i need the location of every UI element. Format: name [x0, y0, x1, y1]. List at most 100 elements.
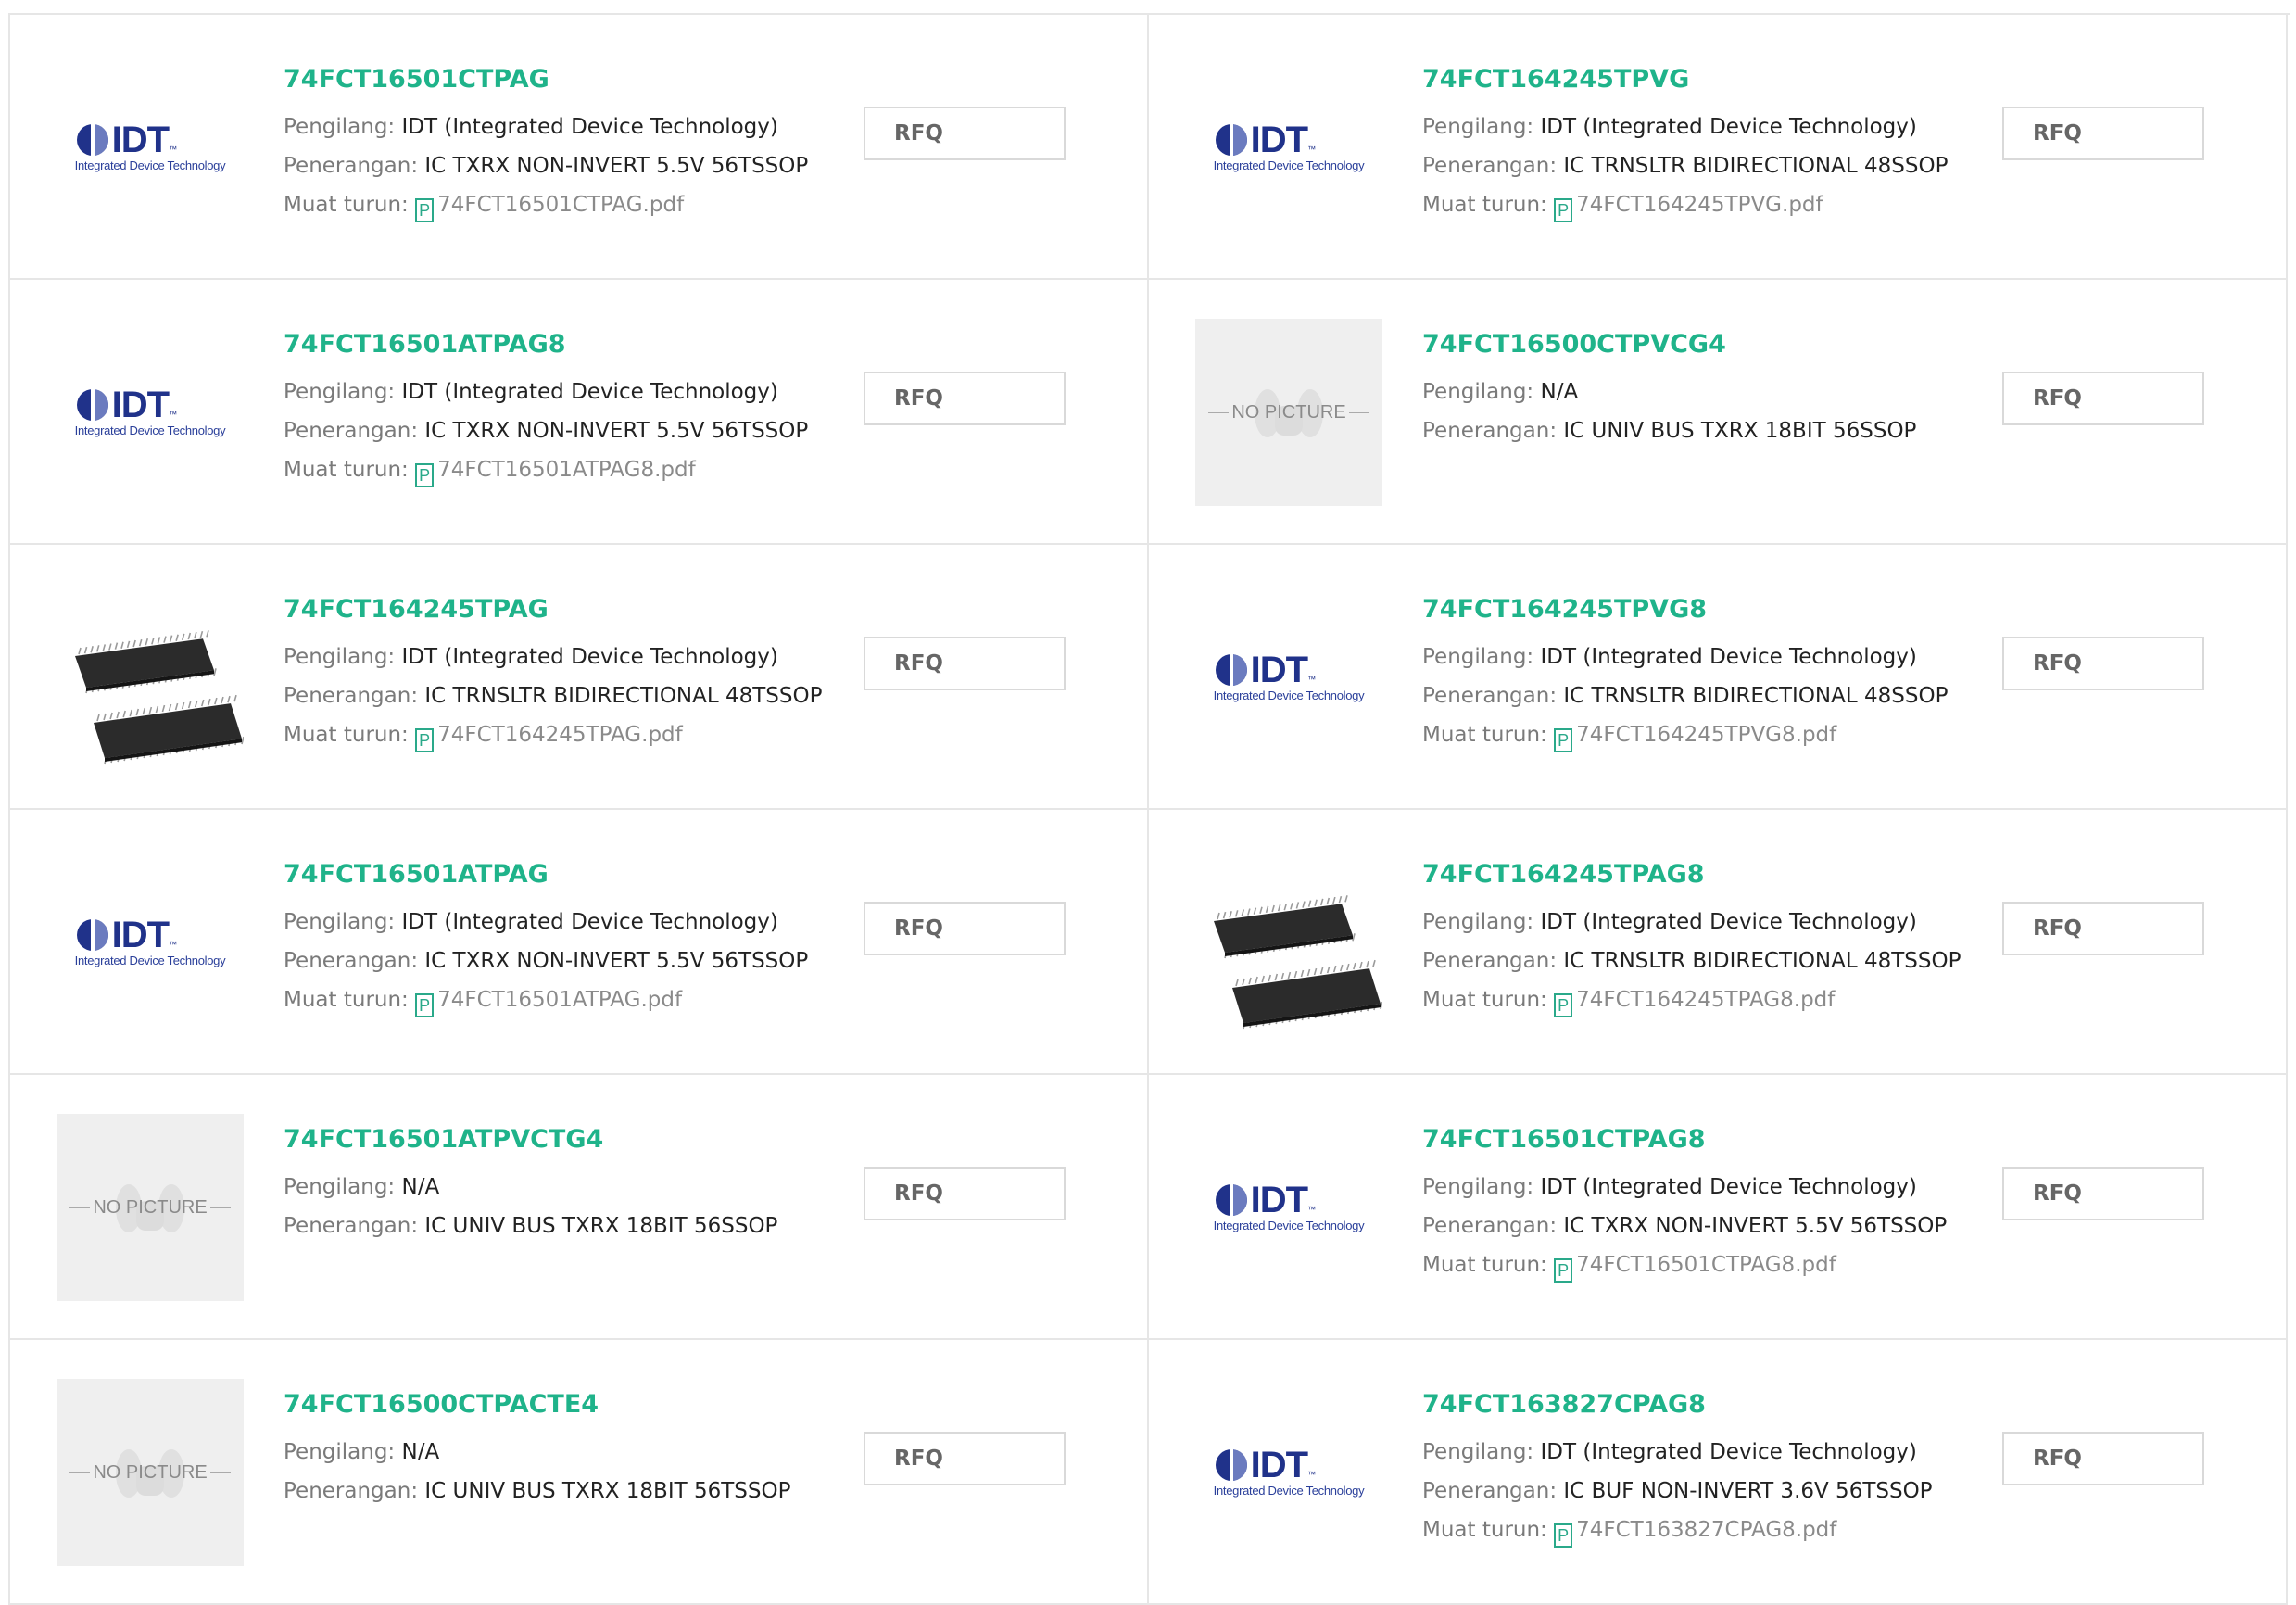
- pdf-icon[interactable]: P: [1554, 1258, 1573, 1283]
- idt-logo: IDT ™ Integrated Device Technology: [1213, 651, 1365, 702]
- product-image[interactable]: [57, 584, 245, 771]
- rfq-button[interactable]: RFQ: [864, 902, 1066, 955]
- download-label: Muat turun:: [284, 988, 409, 1012]
- datasheet-link[interactable]: 74FCT163827CPAG8.pdf: [1576, 1518, 1836, 1542]
- product-image[interactable]: NO PICTURE: [57, 1114, 244, 1301]
- pdf-icon[interactable]: P: [415, 198, 435, 222]
- pdf-icon[interactable]: P: [1554, 728, 1573, 752]
- manufacturer-row: Pengilang: IDT (Integrated Device Techno…: [1422, 107, 1948, 146]
- product-info: 74FCT16501ATPVCTG4 Pengilang: N/A Penera…: [284, 1125, 777, 1245]
- idt-logo-text: IDT: [1250, 120, 1308, 160]
- product-info: 74FCT16501ATPAG Pengilang: IDT (Integrat…: [284, 860, 808, 1019]
- manufacturer-value: IDT (Integrated Device Technology): [1540, 1440, 1917, 1464]
- pdf-icon[interactable]: P: [1554, 1523, 1573, 1548]
- rfq-button[interactable]: RFQ: [2002, 637, 2204, 690]
- manufacturer-value: IDT (Integrated Device Technology): [401, 910, 778, 934]
- datasheet-link[interactable]: 74FCT16501CTPAG8.pdf: [1576, 1253, 1836, 1277]
- download-label: Muat turun:: [284, 458, 409, 482]
- product-info: 74FCT16501CTPAG8 Pengilang: IDT (Integra…: [1422, 1125, 1947, 1284]
- description-value: IC BUF NON-INVERT 3.6V 56TSSOP: [1563, 1479, 1933, 1503]
- product-name-link[interactable]: 74FCT164245TPVG: [1422, 65, 1948, 95]
- rfq-button[interactable]: RFQ: [2002, 902, 2204, 955]
- manufacturer-label: Pengilang:: [284, 645, 396, 669]
- manufacturer-label: Pengilang:: [284, 1440, 396, 1464]
- download-label: Muat turun:: [1422, 1253, 1547, 1277]
- product-image[interactable]: IDT ™ Integrated Device Technology: [57, 319, 244, 506]
- datasheet-link[interactable]: 74FCT16501ATPAG.pdf: [437, 988, 682, 1012]
- rfq-button[interactable]: RFQ: [864, 1167, 1066, 1220]
- download-row: Muat turun: P 74FCT16501ATPAG.pdf: [284, 980, 808, 1019]
- datasheet-link[interactable]: 74FCT164245TPAG8.pdf: [1576, 988, 1835, 1012]
- idt-mark-icon: [75, 917, 110, 953]
- product-image[interactable]: IDT ™ Integrated Device Technology: [1195, 1114, 1382, 1301]
- product-info: 74FCT164245TPAG Pengilang: IDT (Integrat…: [284, 595, 822, 754]
- product-name-link[interactable]: 74FCT164245TPAG: [284, 595, 822, 625]
- datasheet-link[interactable]: 74FCT16501ATPAG8.pdf: [437, 458, 696, 482]
- download-row: Muat turun: P 74FCT163827CPAG8.pdf: [1422, 1510, 1933, 1549]
- product-image[interactable]: IDT ™ Integrated Device Technology: [1195, 584, 1382, 771]
- product-info: 74FCT163827CPAG8 Pengilang: IDT (Integra…: [1422, 1390, 1933, 1549]
- description-value: IC UNIV BUS TXRX 18BIT 56SSOP: [424, 1214, 778, 1238]
- download-label: Muat turun:: [284, 193, 409, 217]
- manufacturer-label: Pengilang:: [284, 115, 396, 139]
- datasheet-link[interactable]: 74FCT16501CTPAG.pdf: [437, 193, 684, 217]
- idt-logo-subtitle: Integrated Device Technology: [1213, 689, 1365, 702]
- product-info: 74FCT16501CTPAG Pengilang: IDT (Integrat…: [284, 65, 808, 224]
- pdf-icon[interactable]: P: [415, 993, 435, 1017]
- product-image[interactable]: NO PICTURE: [1195, 319, 1382, 506]
- rfq-button[interactable]: RFQ: [2002, 1432, 2204, 1485]
- manufacturer-row: Pengilang: IDT (Integrated Device Techno…: [284, 638, 822, 676]
- datasheet-link[interactable]: 74FCT164245TPVG.pdf: [1576, 193, 1823, 217]
- description-value: IC UNIV BUS TXRX 18BIT 56TSSOP: [424, 1479, 791, 1503]
- rfq-button[interactable]: RFQ: [2002, 1167, 2204, 1220]
- product-image[interactable]: IDT ™ Integrated Device Technology: [1195, 1379, 1382, 1566]
- product-card: 74FCT164245TPAG8 Pengilang: IDT (Integra…: [1149, 810, 2288, 1075]
- product-image[interactable]: IDT ™ Integrated Device Technology: [57, 54, 244, 241]
- rfq-button[interactable]: RFQ: [2002, 372, 2204, 425]
- manufacturer-value: IDT (Integrated Device Technology): [401, 645, 778, 669]
- datasheet-link[interactable]: 74FCT164245TPVG8.pdf: [1576, 723, 1836, 747]
- product-info: 74FCT16500CTPACTE4 Pengilang: N/A Penera…: [284, 1390, 790, 1510]
- pdf-icon[interactable]: P: [1554, 993, 1573, 1017]
- description-value: IC TXRX NON-INVERT 5.5V 56TSSOP: [424, 949, 809, 973]
- download-label: Muat turun:: [1422, 988, 1547, 1012]
- rfq-button[interactable]: RFQ: [864, 107, 1066, 160]
- pdf-icon[interactable]: P: [1554, 198, 1573, 222]
- product-image[interactable]: NO PICTURE: [57, 1379, 244, 1566]
- manufacturer-row: Pengilang: N/A: [1422, 373, 1916, 411]
- product-name-link[interactable]: 74FCT16501CTPAG: [284, 65, 808, 95]
- product-image[interactable]: [1195, 849, 1383, 1036]
- idt-mark-icon: [1214, 652, 1249, 688]
- product-card: IDT ™ Integrated Device Technology 74FCT16…: [10, 15, 1149, 280]
- product-name-link[interactable]: 74FCT16501ATPAG: [284, 860, 808, 890]
- product-name-link[interactable]: 74FCT16500CTPACTE4: [284, 1390, 790, 1420]
- description-value: IC TXRX NON-INVERT 5.5V 56TSSOP: [424, 154, 809, 178]
- product-name-link[interactable]: 74FCT16501ATPAG8: [284, 330, 808, 360]
- pdf-icon[interactable]: P: [415, 463, 435, 487]
- product-image[interactable]: IDT ™ Integrated Device Technology: [1195, 54, 1382, 241]
- idt-logo-subtitle: Integrated Device Technology: [1213, 1219, 1365, 1232]
- manufacturer-value: IDT (Integrated Device Technology): [1540, 115, 1917, 139]
- rfq-button[interactable]: RFQ: [2002, 107, 2204, 160]
- manufacturer-label: Pengilang:: [1422, 1175, 1534, 1199]
- rfq-button[interactable]: RFQ: [864, 637, 1066, 690]
- product-name-link[interactable]: 74FCT163827CPAG8: [1422, 1390, 1933, 1420]
- product-name-link[interactable]: 74FCT16501CTPAG8: [1422, 1125, 1947, 1155]
- product-name-link[interactable]: 74FCT16500CTPVCG4: [1422, 330, 1916, 360]
- rfq-button[interactable]: RFQ: [864, 372, 1066, 425]
- idt-logo: IDT ™ Integrated Device Technology: [1214, 120, 1365, 172]
- product-name-link[interactable]: 74FCT164245TPVG8: [1422, 595, 1948, 625]
- download-label: Muat turun:: [1422, 723, 1547, 747]
- product-image[interactable]: IDT ™ Integrated Device Technology: [57, 849, 244, 1036]
- description-label: Penerangan:: [1422, 1214, 1558, 1238]
- download-row: Muat turun: P 74FCT16501ATPAG8.pdf: [284, 450, 808, 489]
- product-name-link[interactable]: 74FCT16501ATPVCTG4: [284, 1125, 777, 1155]
- rfq-button[interactable]: RFQ: [864, 1432, 1066, 1485]
- product-name-link[interactable]: 74FCT164245TPAG8: [1422, 860, 1961, 890]
- manufacturer-value: IDT (Integrated Device Technology): [1540, 1175, 1917, 1199]
- idt-logo-tm: ™: [169, 145, 178, 154]
- download-row: Muat turun: P 74FCT16501CTPAG8.pdf: [1422, 1245, 1947, 1284]
- pdf-icon[interactable]: P: [415, 728, 435, 752]
- datasheet-link[interactable]: 74FCT164245TPAG.pdf: [437, 723, 683, 747]
- product-card: NO PICTURE 74FCT16501ATPVCTG4 Pengilang:…: [10, 1075, 1149, 1340]
